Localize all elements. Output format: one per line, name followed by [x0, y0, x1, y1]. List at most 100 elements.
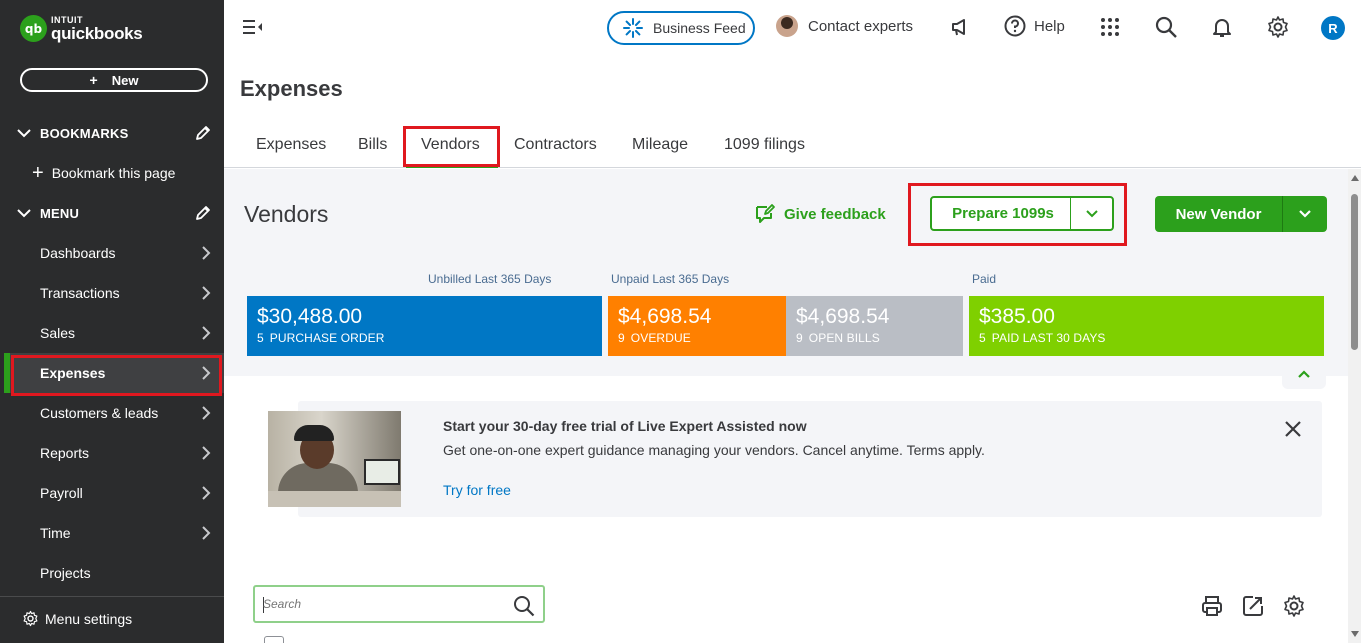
try-for-free-link[interactable]: Try for free: [443, 482, 511, 498]
overdue-box[interactable]: $4,698.54 9 OVERDUE: [608, 296, 786, 356]
sidebar-item-reports[interactable]: Reports: [4, 433, 224, 473]
business-feed-button[interactable]: Business Feed: [607, 11, 755, 45]
tab-contractors[interactable]: Contractors: [514, 136, 597, 154]
gear-icon: [23, 610, 38, 627]
print-icon[interactable]: [1200, 594, 1224, 618]
sidebar-item-time[interactable]: Time: [4, 513, 224, 553]
close-icon[interactable]: [1283, 419, 1303, 439]
user-avatar[interactable]: R: [1321, 16, 1345, 40]
sidebar-item-transactions[interactable]: Transactions: [4, 273, 224, 313]
page-title: Expenses: [240, 76, 343, 101]
overdue-count: 9: [618, 331, 625, 345]
new-vendor-dropdown[interactable]: [1282, 196, 1327, 232]
tab-1099-filings[interactable]: 1099 filings: [724, 136, 805, 154]
sidebar-divider: [0, 596, 224, 597]
sidebar-item-payroll[interactable]: Payroll: [4, 473, 224, 513]
pencil-icon[interactable]: [194, 124, 212, 142]
top-header: Business Feed Contact experts Help R: [224, 0, 1361, 56]
export-icon[interactable]: [1241, 594, 1265, 618]
collapse-money-bar-button[interactable]: [1282, 359, 1326, 389]
quickbooks-logo[interactable]: qb INTUIT quickbooks: [20, 15, 143, 42]
chevron-down-icon: [17, 129, 31, 138]
chevron-right-icon: [202, 246, 211, 260]
sidebar-item-sales[interactable]: Sales: [4, 313, 224, 353]
menu-label: MENU: [40, 205, 80, 221]
contact-experts-label: Contact experts: [808, 17, 914, 35]
scroll-thumb[interactable]: [1351, 194, 1358, 350]
promo-title: Start your 30-day free trial of Live Exp…: [443, 418, 807, 434]
qb-logo-icon: qb: [20, 15, 47, 42]
new-vendor-button[interactable]: New Vendor: [1155, 196, 1327, 232]
chevron-right-icon: [202, 286, 211, 300]
open-bills-box[interactable]: $4,698.54 9 OPEN BILLS: [786, 296, 963, 356]
purchase-order-box[interactable]: $30,488.00 5 PURCHASE ORDER: [247, 296, 602, 356]
chevron-right-icon: [202, 406, 211, 420]
tab-bills[interactable]: Bills: [358, 136, 387, 154]
chevron-right-icon: [202, 526, 211, 540]
gear-icon[interactable]: [1266, 15, 1290, 39]
scroll-down-arrow-icon[interactable]: [1351, 631, 1359, 637]
tab-expenses[interactable]: Expenses: [256, 136, 326, 154]
tab-mileage[interactable]: Mileage: [632, 136, 688, 154]
vendor-search-field[interactable]: [253, 585, 545, 623]
open-bills-caption: OPEN BILLS: [808, 331, 880, 345]
bookmarks-label: BOOKMARKS: [40, 125, 129, 141]
bookmark-this-page-label: Bookmark this page: [51, 165, 176, 181]
pencil-icon[interactable]: [194, 204, 212, 222]
sidebar-item-label: Customers & leads: [40, 405, 159, 421]
apps-grid-icon[interactable]: [1098, 15, 1122, 39]
promo-description: Get one-on-one expert guidance managing …: [443, 442, 985, 458]
help-icon: [1004, 15, 1026, 37]
sidebar-item-label: Reports: [40, 445, 90, 461]
select-all-checkbox[interactable]: [264, 636, 284, 643]
chevron-right-icon: [202, 326, 211, 340]
sidebar-item-label: Dashboards: [40, 245, 116, 261]
paid-box[interactable]: $385.00 5 PAID LAST 30 DAYS: [969, 296, 1324, 356]
megaphone-icon[interactable]: [948, 15, 972, 39]
help-label: Help: [1034, 17, 1065, 35]
menu-settings-button[interactable]: Menu settings: [22, 610, 132, 627]
paid-caption: PAID LAST 30 DAYS: [991, 331, 1106, 345]
menu-section-toggle[interactable]: MENU: [16, 201, 214, 225]
main-content: Vendors Give feedback Prepare 1099s New …: [224, 169, 1348, 643]
scroll-up-arrow-icon[interactable]: [1351, 175, 1359, 181]
paid-amount: $385.00: [979, 305, 1055, 328]
overdue-caption: OVERDUE: [630, 331, 691, 345]
collapse-menu-icon[interactable]: [242, 18, 264, 36]
sidebar-item-customers-leads[interactable]: Customers & leads: [4, 393, 224, 433]
overdue-amount: $4,698.54: [618, 305, 712, 328]
chevron-down-icon: [17, 209, 31, 218]
give-feedback-link[interactable]: Give feedback: [754, 203, 886, 225]
purchase-order-count: 5: [257, 331, 264, 345]
give-feedback-label: Give feedback: [784, 205, 886, 223]
purchase-order-caption: PURCHASE ORDER: [269, 331, 385, 345]
unpaid-label: Unpaid Last 365 Days: [611, 272, 730, 286]
search-icon[interactable]: [1154, 15, 1178, 39]
new-button[interactable]: + New: [20, 68, 208, 92]
sidebar-item-projects[interactable]: Projects: [4, 553, 224, 593]
search-icon[interactable]: [513, 595, 535, 617]
sidebar: qb INTUIT quickbooks + New BOOKMARKS + B…: [0, 0, 224, 643]
bookmarks-section-toggle[interactable]: BOOKMARKS: [16, 121, 214, 145]
help-button[interactable]: Help: [1004, 15, 1065, 37]
search-input[interactable]: [263, 595, 503, 613]
bookmark-this-page-button[interactable]: + Bookmark this page: [32, 163, 175, 183]
open-bills-count: 9: [796, 331, 803, 345]
highlight-box-prepare-1099s: [908, 183, 1127, 246]
promo-image: [268, 411, 401, 507]
vertical-scrollbar[interactable]: [1348, 169, 1361, 643]
gear-icon[interactable]: [1282, 594, 1306, 618]
plus-icon: +: [32, 162, 44, 184]
contact-experts-button[interactable]: Contact experts: [776, 15, 913, 37]
paid-count: 5: [979, 331, 986, 345]
chevron-up-icon: [1298, 370, 1310, 378]
sidebar-item-label: Projects: [40, 565, 91, 581]
chevron-down-icon: [1299, 210, 1311, 218]
highlight-box-vendors-tab: [403, 126, 500, 167]
sidebar-item-label: Transactions: [40, 285, 120, 301]
bell-icon[interactable]: [1210, 15, 1234, 39]
sparkle-icon: [623, 18, 643, 38]
menu-settings-label: Menu settings: [45, 610, 133, 627]
sidebar-item-label: Time: [40, 525, 71, 541]
sidebar-item-dashboards[interactable]: Dashboards: [4, 233, 224, 273]
